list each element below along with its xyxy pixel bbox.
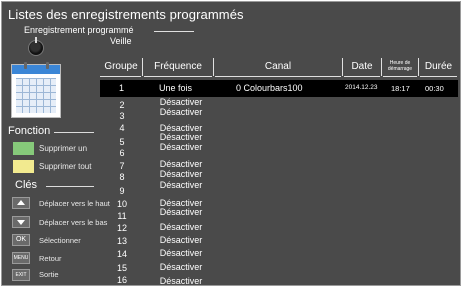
column-header-channel: Canal bbox=[264, 61, 292, 72]
exit-label: Sortie bbox=[39, 270, 59, 279]
green-button-swatch bbox=[13, 142, 34, 155]
row-channel: 0 Colourbars100 bbox=[236, 83, 303, 93]
back-label: Retour bbox=[39, 254, 62, 263]
delete-one-label[interactable]: Supprimer un bbox=[39, 144, 87, 153]
divider bbox=[154, 31, 194, 32]
move-up-label: Déplacer vers le haut bbox=[39, 199, 110, 208]
function-section-label: Fonction bbox=[8, 125, 51, 137]
keys-section-label: Clés bbox=[15, 179, 38, 191]
row-group: 1 bbox=[119, 83, 125, 93]
timer-icon bbox=[28, 37, 44, 56]
ok-key-icon: OK bbox=[12, 234, 30, 246]
calendar-icon bbox=[11, 62, 61, 118]
table-row-selected[interactable]: 1 Une fois 0 Colourbars100 2014.12.23 18… bbox=[100, 80, 458, 97]
yellow-button-swatch bbox=[13, 160, 34, 173]
menu-key-icon: MENU bbox=[12, 252, 30, 264]
arrow-up-icon bbox=[12, 197, 30, 209]
recording-list-screen: Listes des enregistrements programmés En… bbox=[1, 1, 461, 286]
column-header-date: Date bbox=[351, 61, 373, 72]
standby-label: Veille bbox=[110, 36, 132, 46]
row-date: 2014.12.23 bbox=[345, 84, 378, 91]
divider bbox=[46, 186, 94, 187]
move-down-label: Déplacer vers le bas bbox=[39, 218, 108, 227]
divider bbox=[54, 132, 94, 133]
delete-all-label[interactable]: Supprimer tout bbox=[39, 162, 91, 171]
column-header-duration: Durée bbox=[424, 61, 453, 72]
column-header-frequency: Fréquence bbox=[154, 61, 202, 72]
scheduled-recording-label: Enregistrement programmé bbox=[24, 25, 134, 35]
row-frequency: Une fois bbox=[159, 83, 193, 93]
page-title: Listes des enregistrements programmés bbox=[8, 7, 244, 22]
select-label: Sélectionner bbox=[39, 236, 81, 245]
arrow-down-icon bbox=[12, 216, 30, 228]
exit-key-icon: EXIT bbox=[12, 269, 30, 281]
row-start-time: 18:17 bbox=[391, 84, 410, 93]
column-header-group: Groupe bbox=[104, 61, 138, 72]
column-header-start-time: Heure de démarrage bbox=[387, 60, 413, 72]
row-duration: 00:30 bbox=[425, 84, 444, 93]
